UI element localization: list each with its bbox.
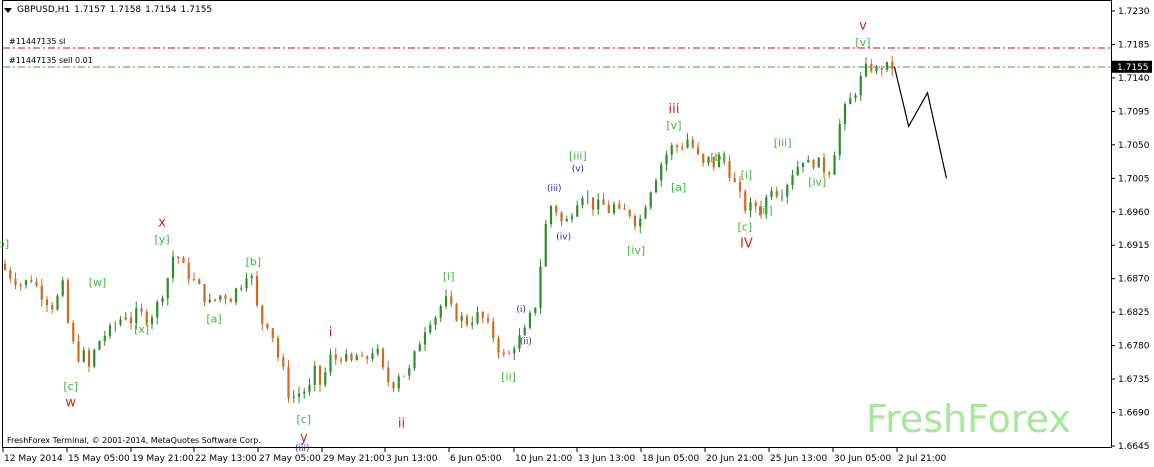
wave-label: [y] [155,233,170,246]
wave-label: v [859,19,867,34]
wave-label: [b] [246,255,262,268]
watermark: FreshForex [866,397,1071,441]
wave-label: (v) [572,165,584,175]
chart-header: GBPUSD,H1 1.7157 1.7158 1.7154 1.7155 [4,3,216,17]
wave-label: [iii] [569,150,587,163]
wave-label: (i) [516,305,526,315]
time-tick-label: 6 Jun 05:00 [450,454,502,464]
time-tick-label: 3 Jun 13:00 [386,454,438,464]
price-tick-label: 1.6645 [1118,442,1150,452]
wave-label: [v] [855,36,870,49]
sell-order-label[interactable]: #11447135 sell 0.01 [9,56,93,65]
wave-label: [c] [738,220,753,233]
wave-label: [w] [89,276,107,289]
wave-label: [c] [297,413,312,426]
time-tick-label: 2 Jul 21:00 [898,454,947,464]
wave-label: [b] [710,151,726,164]
current-price-tag: 1.7155 [1112,60,1152,73]
ohlc-high: 1.7158 [109,5,142,15]
wave-label: x [158,216,166,231]
price-tick-label: 1.6825 [1118,308,1150,318]
time-tick-label: 30 Jun 05:00 [834,454,891,464]
wave-label: [ii] [758,204,773,217]
wave-label: [i] [741,168,753,181]
price-tick-label: 1.6690 [1118,409,1150,419]
ohlc-low: 1.7154 [145,5,177,15]
time-tick-label: 12 May 2014 [4,454,63,464]
current-price-label: 1.7155 [1117,63,1149,73]
wave-label: [ii] [501,371,516,384]
wave-label: (iv) [556,232,571,242]
time-tick-label: 15 May 05:00 [68,454,130,464]
wave-label: IV [740,236,753,251]
time-tick-label: 19 May 21:00 [132,454,194,464]
wave-label: ii [398,416,405,431]
wave-label: i [329,326,333,341]
price-tick-label: 1.6915 [1118,241,1150,251]
wave-label: [a] [671,181,686,194]
wave-label: w [65,396,76,411]
time-tick-label: 25 Jun 13:00 [770,454,827,464]
wave-label: iii [669,102,680,117]
wave-label: (ii) [520,337,532,347]
price-tick-label: 1.6735 [1118,375,1150,385]
wave-label: [b] [0,237,9,250]
time-tick-label: 29 May 21:00 [323,454,385,464]
wave-label: [iii] [774,136,792,149]
wave-label: [v] [666,119,681,132]
price-tick-label: 1.6960 [1118,208,1150,218]
wave-label: [a] [206,313,221,326]
time-tick-label: 27 May 05:00 [259,454,321,464]
symbol-timeframe: GBPUSD,H1 [17,5,71,15]
price-tick-label: 1.7185 [1118,40,1150,50]
wave-label: [iv] [627,244,645,257]
ohlc-open: 1.7157 [74,5,106,15]
wave-label: [i] [443,270,455,283]
wave-label: (iii) [547,184,562,194]
time-tick-label: 13 Jun 13:00 [578,454,635,464]
ohlc-close: 1.7155 [180,5,213,15]
time-tick-label: 20 Jun 21:00 [706,454,763,464]
copyright-text: FreshForex Terminal, © 2001-2014, MetaQu… [7,436,261,445]
wave-label: (iii) [295,444,310,454]
time-tick-label: 18 Jun 05:00 [642,454,699,464]
wave-label: [x] [134,323,149,336]
price-tick-label: 1.6870 [1118,275,1150,285]
wave-label: [iv] [808,176,826,189]
chart-window[interactable]: v [v] iii [v] [iii] (v) (iii) (iv) [a] [b] [iv] [ii… [0,0,1154,467]
price-tick-label: 1.6780 [1118,342,1150,352]
price-tick-label: 1.7140 [1118,74,1150,84]
stop-loss-label[interactable]: #11447135 sl [9,37,65,46]
price-tick-label: 1.7095 [1118,107,1150,117]
price-tick-label: 1.7005 [1118,174,1150,184]
price-tick-label: 1.7050 [1118,141,1150,151]
time-tick-label: 10 Jun 21:00 [515,454,572,464]
time-tick-label: 22 May 13:00 [195,454,257,464]
price-tick-label: 1.7230 [1118,7,1150,17]
wave-label: [c] [63,380,78,393]
chart-menu-triangle-icon[interactable] [4,7,12,13]
